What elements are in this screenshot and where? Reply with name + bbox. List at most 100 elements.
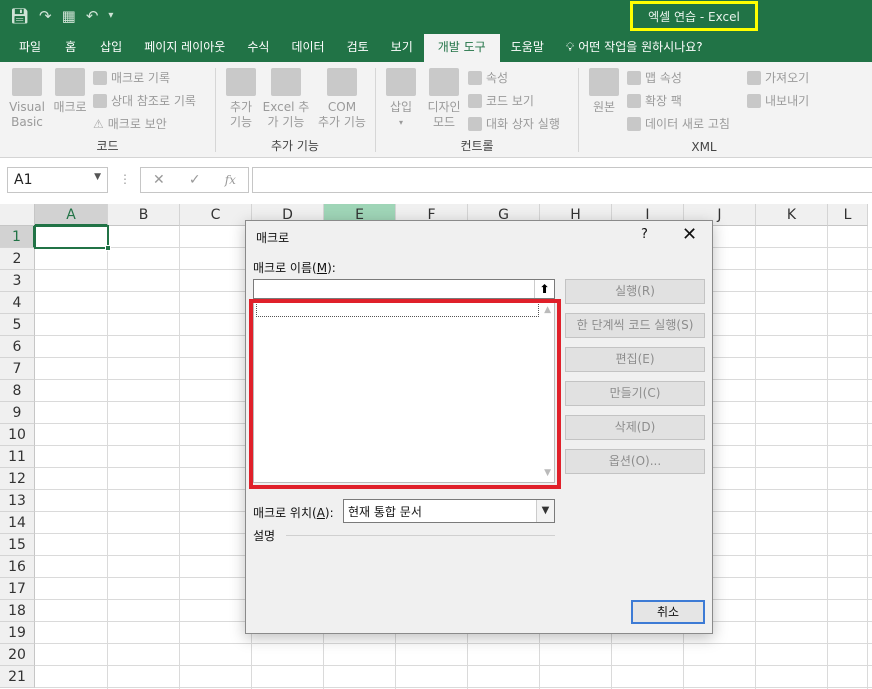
row-header-7[interactable]: 7 [0, 358, 35, 380]
row-header-5[interactable]: 5 [0, 314, 35, 336]
row-header-6[interactable]: 6 [0, 336, 35, 358]
macro-name-input[interactable] [253, 279, 555, 299]
properties-label: 속성 [486, 71, 509, 85]
visual-basic-label-2: Basic [11, 115, 43, 129]
insert-control-button[interactable]: 삽입 ▾ [384, 68, 418, 130]
tab-home[interactable]: 홈 [52, 34, 89, 62]
view-code-button[interactable]: 코드 보기 [468, 92, 534, 109]
options-button[interactable]: 옵션(O)... [565, 449, 705, 474]
addins-button[interactable]: 추가 기능 [224, 68, 258, 130]
tab-data[interactable]: 데이터 [280, 34, 335, 62]
properties-button[interactable]: 속성 [468, 69, 508, 86]
tell-me-search[interactable]: 💡︎ 어떤 작업을 원하시나요? [555, 34, 714, 62]
cancel-icon[interactable]: ✕ [153, 172, 165, 188]
column-header-c[interactable]: C [180, 204, 252, 226]
macro-security-button[interactable]: ⚠ 매크로 보안 [93, 115, 167, 132]
edit-button[interactable]: 편집(E) [565, 347, 705, 372]
tab-page-layout[interactable]: 페이지 레이아웃 [133, 34, 236, 62]
create-button[interactable]: 만들기(C) [565, 381, 705, 406]
save-icon[interactable]: 💾︎ [10, 6, 29, 26]
up-arrow-icon[interactable]: ⬆ [534, 280, 554, 298]
relative-reference-button[interactable]: 상대 참조로 기록 [93, 92, 196, 109]
export-button[interactable]: 내보내기 [747, 92, 809, 109]
excel-addins-button[interactable]: Excel 추 가 기능 [262, 68, 310, 130]
row-header-16[interactable]: 16 [0, 556, 35, 578]
tab-help[interactable]: 도움말 [500, 34, 555, 62]
refresh-data-icon [627, 116, 641, 131]
properties-icon [468, 70, 482, 85]
macros-button[interactable]: 매크로 [50, 68, 90, 115]
design-mode-button[interactable]: 디자인 모드 [424, 68, 464, 130]
refresh-data-button[interactable]: 데이터 새로 고침 [627, 115, 730, 132]
insert-function-icon[interactable]: fx [225, 173, 236, 187]
map-properties-button[interactable]: 맵 속성 [627, 69, 682, 86]
row-header-21[interactable]: 21 [0, 666, 35, 688]
row-header-1[interactable]: 1 [0, 226, 35, 248]
column-header-a[interactable]: A [35, 204, 108, 226]
active-cell[interactable] [34, 225, 111, 251]
quick-access-toolbar: 💾︎ ↷ ▦ ↶ ▾ [10, 6, 113, 26]
row-header-18[interactable]: 18 [0, 600, 35, 622]
row-header-19[interactable]: 19 [0, 622, 35, 644]
delete-button[interactable]: 삭제(D) [565, 415, 705, 440]
run-dialog-button[interactable]: 대화 상자 실행 [468, 115, 560, 132]
grid-hline [35, 665, 872, 666]
tab-developer[interactable]: 개발 도구 [423, 34, 500, 62]
group-controls: 삽입 ▾ 디자인 모드 속성 코드 보기 대화 상자 실행 컨트롤 [376, 62, 578, 158]
macro-location-select[interactable]: 현재 통합 문서 ▼ [343, 499, 555, 523]
com-addins-button[interactable]: COM 추가 기능 [314, 68, 370, 130]
design-mode-icon [429, 68, 459, 96]
toolbox-icon [386, 68, 416, 96]
form-icon[interactable]: ▦ [62, 6, 76, 26]
grid-vline [867, 226, 868, 689]
name-box[interactable]: A1 ▼ [7, 167, 108, 193]
row-header-10[interactable]: 10 [0, 424, 35, 446]
tab-review[interactable]: 검토 [336, 34, 380, 62]
run-button[interactable]: 실행(R) [565, 279, 705, 304]
tab-insert[interactable]: 삽입 [89, 34, 133, 62]
row-header-11[interactable]: 11 [0, 446, 35, 468]
import-button[interactable]: 가져오기 [747, 69, 809, 86]
row-header-8[interactable]: 8 [0, 380, 35, 402]
group-xml-label: XML [691, 140, 717, 154]
xml-source-button[interactable]: 원본 [587, 68, 621, 115]
map-properties-icon [627, 70, 641, 85]
step-into-button[interactable]: 한 단계씩 코드 실행(S) [565, 313, 705, 338]
com-addins-label-1: COM [327, 100, 357, 114]
column-header-k[interactable]: K [756, 204, 828, 226]
select-all-corner[interactable] [0, 204, 35, 226]
row-header-9[interactable]: 9 [0, 402, 35, 424]
formula-input[interactable] [252, 167, 872, 193]
chevron-down-icon[interactable]: ▼ [536, 500, 554, 522]
record-macro-button[interactable]: 매크로 기록 [93, 69, 170, 86]
row-header-15[interactable]: 15 [0, 534, 35, 556]
column-header-b[interactable]: B [108, 204, 180, 226]
tab-formulas[interactable]: 수식 [236, 34, 280, 62]
help-button[interactable]: ? [641, 227, 648, 242]
row-header-14[interactable]: 14 [0, 512, 35, 534]
tab-file[interactable]: 파일 [0, 34, 52, 62]
expansion-packs-button[interactable]: 확장 팩 [627, 92, 682, 109]
cancel-button[interactable]: 취소 [631, 600, 705, 624]
row-header-4[interactable]: 4 [0, 292, 35, 314]
row-header-20[interactable]: 20 [0, 644, 35, 666]
row-header-12[interactable]: 12 [0, 468, 35, 490]
column-header-l[interactable]: L [828, 204, 868, 226]
redo-icon[interactable]: ↷ [39, 6, 52, 26]
fill-handle[interactable] [105, 245, 111, 251]
tab-view[interactable]: 보기 [380, 34, 424, 62]
row-header-2[interactable]: 2 [0, 248, 35, 270]
customize-icon[interactable]: ▾ [108, 6, 113, 26]
grid-vline [827, 226, 828, 689]
close-button[interactable]: ✕ [682, 224, 697, 245]
row-header-17[interactable]: 17 [0, 578, 35, 600]
chevron-down-icon[interactable]: ▼ [94, 172, 101, 182]
row-header-3[interactable]: 3 [0, 270, 35, 292]
row-header-13[interactable]: 13 [0, 490, 35, 512]
macro-location-label: 매크로 위치(A): [253, 504, 334, 521]
visual-basic-button[interactable]: Visual Basic [7, 68, 47, 130]
ribbon-tabs: 파일 홈 삽입 페이지 레이아웃 수식 데이터 검토 보기 개발 도구 도움말 … [0, 34, 872, 62]
enter-icon[interactable]: ✓ [189, 172, 201, 188]
undo-icon[interactable]: ↶ [86, 6, 99, 26]
record-macro-icon [93, 70, 107, 85]
